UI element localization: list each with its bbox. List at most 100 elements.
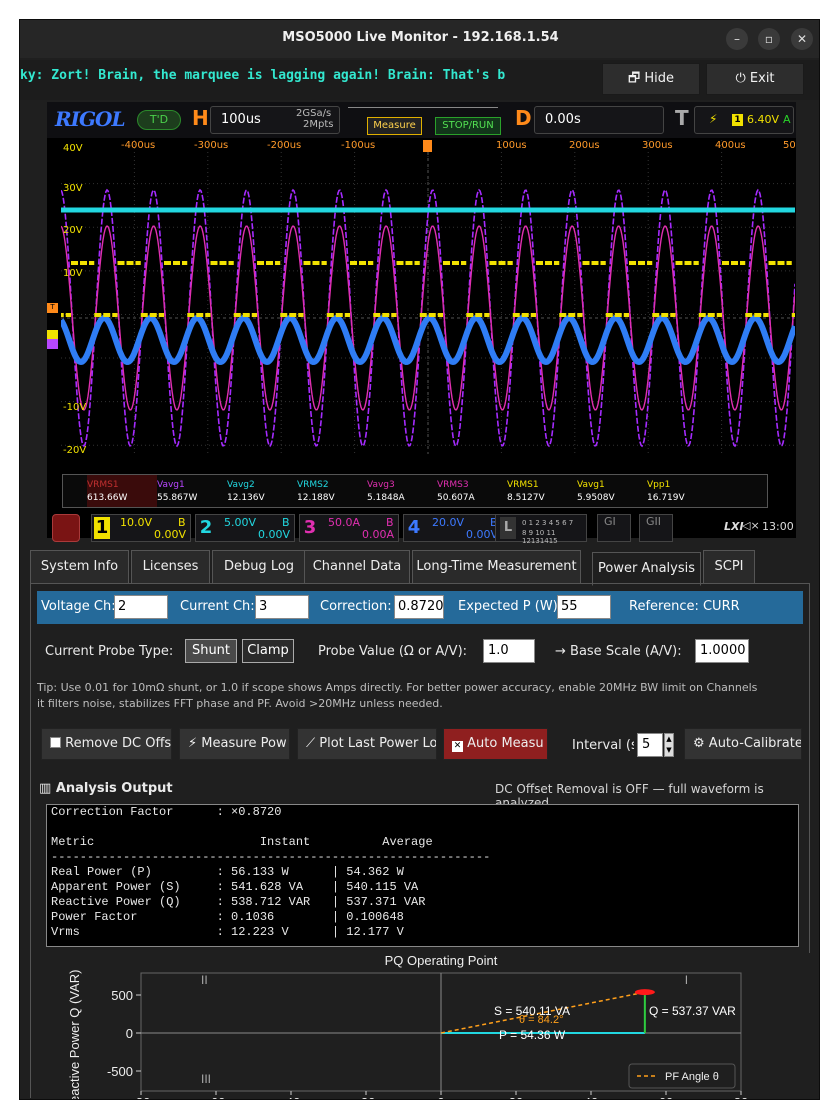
shunt-button[interactable]: Shunt [185, 639, 237, 663]
window-title: MSO5000 Live Monitor - 192.168.1.54 [282, 30, 559, 45]
channel-1-box[interactable]: 1 10.0V B 0.00V [91, 514, 191, 542]
tab-scpi[interactable]: SCPI [703, 550, 755, 584]
trigger-status-badge: T'D [137, 110, 181, 130]
tab-channel-data[interactable]: Channel Data [304, 550, 410, 584]
clamp-button[interactable]: Clamp [242, 639, 294, 663]
measurement-value: 5.1848A [367, 493, 405, 503]
marquee-row: ky: Zort! Brain, the marquee is lagging … [20, 60, 819, 100]
measurement-name: VRMS1 [507, 480, 539, 490]
current-ch-input[interactable]: 3 [255, 595, 309, 619]
base-scale-input[interactable]: 1.0000 [695, 639, 749, 663]
voltage-ch-input[interactable]: 2 [114, 595, 168, 619]
stop-run-button[interactable]: STOP/RUN [435, 117, 501, 135]
channel-4-box[interactable]: 4 20.0V B 0.00V [403, 514, 503, 542]
auto-measure-toggle[interactable]: ✕ Auto Measu [443, 728, 548, 760]
measurement-value: 50.607A [437, 493, 475, 503]
measurement-item[interactable]: VRMS3 50.607A [437, 479, 509, 505]
q-label: Q = 537.37 VAR [649, 1004, 736, 1018]
probe-value-input[interactable]: 1.0 [483, 639, 535, 663]
y-tick-label: 500 [111, 988, 133, 1003]
correction-input[interactable]: 0.8720 [394, 595, 444, 619]
lxi-logo: LXI [724, 520, 744, 533]
reference-label: Reference: CURR [629, 599, 740, 614]
measurement-item[interactable]: Vavg1 55.867W [157, 479, 229, 505]
trigger-box[interactable]: ⚡ 1 6.40V A [694, 106, 794, 134]
y-tick-label: 0 [126, 1026, 133, 1041]
ch4-offset-marker [47, 339, 58, 349]
checked-box-icon: ✕ [452, 741, 463, 752]
waveform-canvas [61, 140, 795, 454]
logic-analyzer-box[interactable]: L 0 1 2 3 4 5 6 7 8 9 10 11 12131415 [495, 514, 587, 545]
close-icon[interactable]: ✕ [791, 28, 813, 50]
hide-button[interactable]: 🗗 Hide [602, 63, 700, 95]
timebase-box[interactable]: 100us 2GSa/s 2Mpts [210, 106, 340, 134]
analysis-console[interactable]: Correction Factor : ×0.8720 Metric Insta… [46, 804, 799, 947]
measurement-value: 16.719V [647, 493, 685, 503]
measure-power-button[interactable]: ⚡ Measure Pow [179, 728, 290, 760]
measurement-item[interactable]: VRMS1 8.5127V [507, 479, 579, 505]
measurement-item[interactable]: Vavg3 5.1848A [367, 479, 439, 505]
tab-system-info[interactable]: System Info [30, 550, 129, 584]
channel-number: 3 [303, 517, 317, 538]
tab-long-time-measurement[interactable]: Long-Time Measurement [412, 550, 581, 584]
clock: 13:00 [762, 520, 794, 533]
generator-2-button[interactable]: GII [639, 514, 673, 542]
channel-3-box[interactable]: 3 50.0A B 0.00A [299, 514, 399, 542]
time-tick-label: -100us [341, 140, 376, 151]
minimize-icon[interactable]: – [726, 28, 748, 50]
measurement-name: VRMS2 [297, 480, 329, 490]
auto-calibrate-button[interactable]: ⚙ Auto-Calibrate [684, 728, 802, 760]
measurement-item[interactable]: VRMS2 12.188V [297, 479, 369, 505]
channel-scale: 20.0V [432, 516, 465, 529]
channel-offset: 0.00V [465, 528, 498, 541]
x-tick-label: 40 [584, 1095, 598, 1099]
exit-button[interactable]: ⏻ Exit [706, 63, 804, 95]
speaker-icon[interactable]: ◁× [742, 519, 760, 532]
remove-dc-checkbox[interactable]: Remove DC Offs [41, 728, 172, 760]
channel-offset: 0.00A [361, 528, 394, 541]
measurement-value: 55.867W [157, 493, 198, 503]
auto-calibrate-label: Auto-Calibrate [708, 736, 802, 751]
volt-tick-label: 10V [63, 268, 83, 279]
scope-status-bar: RIGOL T'D H 100us 2GSa/s 2Mpts Measure S… [47, 102, 796, 138]
exit-label: Exit [749, 71, 775, 86]
measurement-item[interactable]: VRMS1 613.66W [87, 475, 157, 507]
tab-power-analysis[interactable]: Power Analysis [592, 552, 701, 586]
tab-debug-log[interactable]: Debug Log [212, 550, 306, 584]
delay-box[interactable]: 0.00s [534, 106, 664, 134]
power-analysis-panel: Voltage Ch: 2 Current Ch: 3 Correction: … [30, 583, 811, 1099]
channel-scale: 10.0V [120, 516, 153, 529]
probe-value-label: Probe Value (Ω or A/V): [318, 644, 468, 659]
interval-spinner[interactable]: ▲ ▼ [664, 733, 674, 757]
measurement-item[interactable]: Vpp1 16.719V [647, 479, 719, 505]
measurement-item[interactable]: Vavg1 5.9508V [577, 479, 649, 505]
channel-scale: 50.0A [328, 516, 361, 529]
menu-grid-icon[interactable] [52, 514, 80, 542]
generator-1-button[interactable]: GI [597, 514, 631, 542]
x-tick-label: 20 [509, 1095, 523, 1099]
time-tick-label: 200us [569, 140, 600, 151]
time-tick-label: -300us [194, 140, 229, 151]
plot-power-log-button[interactable]: ⟋ Plot Last Power Lo [297, 728, 437, 760]
channel-2-box[interactable]: 2 5.00V B 0.00V [195, 514, 295, 542]
waveform-plot[interactable]: -400us -300us -200us -100us 100us 200us 300us 4… [61, 140, 795, 454]
lightning-icon: ⚡ [188, 736, 198, 751]
channel-number: 1 [94, 517, 110, 539]
quadrant-label: II [201, 973, 208, 987]
measurement-bar: VRMS1 613.66W Vavg1 55.867W Vavg2 12.136V VRMS… [62, 474, 768, 508]
measurement-value: 12.136V [227, 493, 265, 503]
tab-licenses[interactable]: Licenses [131, 550, 210, 584]
measurement-item[interactable]: Vavg2 12.136V [227, 479, 299, 505]
measurement-value: 5.9508V [577, 493, 615, 503]
quadrant-label: I [685, 973, 688, 987]
maximize-icon[interactable]: ▫ [758, 28, 780, 50]
interval-input[interactable]: 5 [637, 733, 663, 757]
measure-button[interactable]: Measure [367, 117, 422, 135]
quadrant-label: III [201, 1072, 211, 1086]
measurement-value: 8.5127V [507, 493, 545, 503]
base-scale-label: → Base Scale (A/V): [555, 644, 682, 659]
memory-depth: 2Mpts [303, 119, 334, 130]
expected-p-input[interactable]: 55 [557, 595, 611, 619]
chart-icon: ⟋ [306, 736, 316, 751]
config-bar: Voltage Ch: 2 Current Ch: 3 Correction: … [37, 591, 803, 624]
